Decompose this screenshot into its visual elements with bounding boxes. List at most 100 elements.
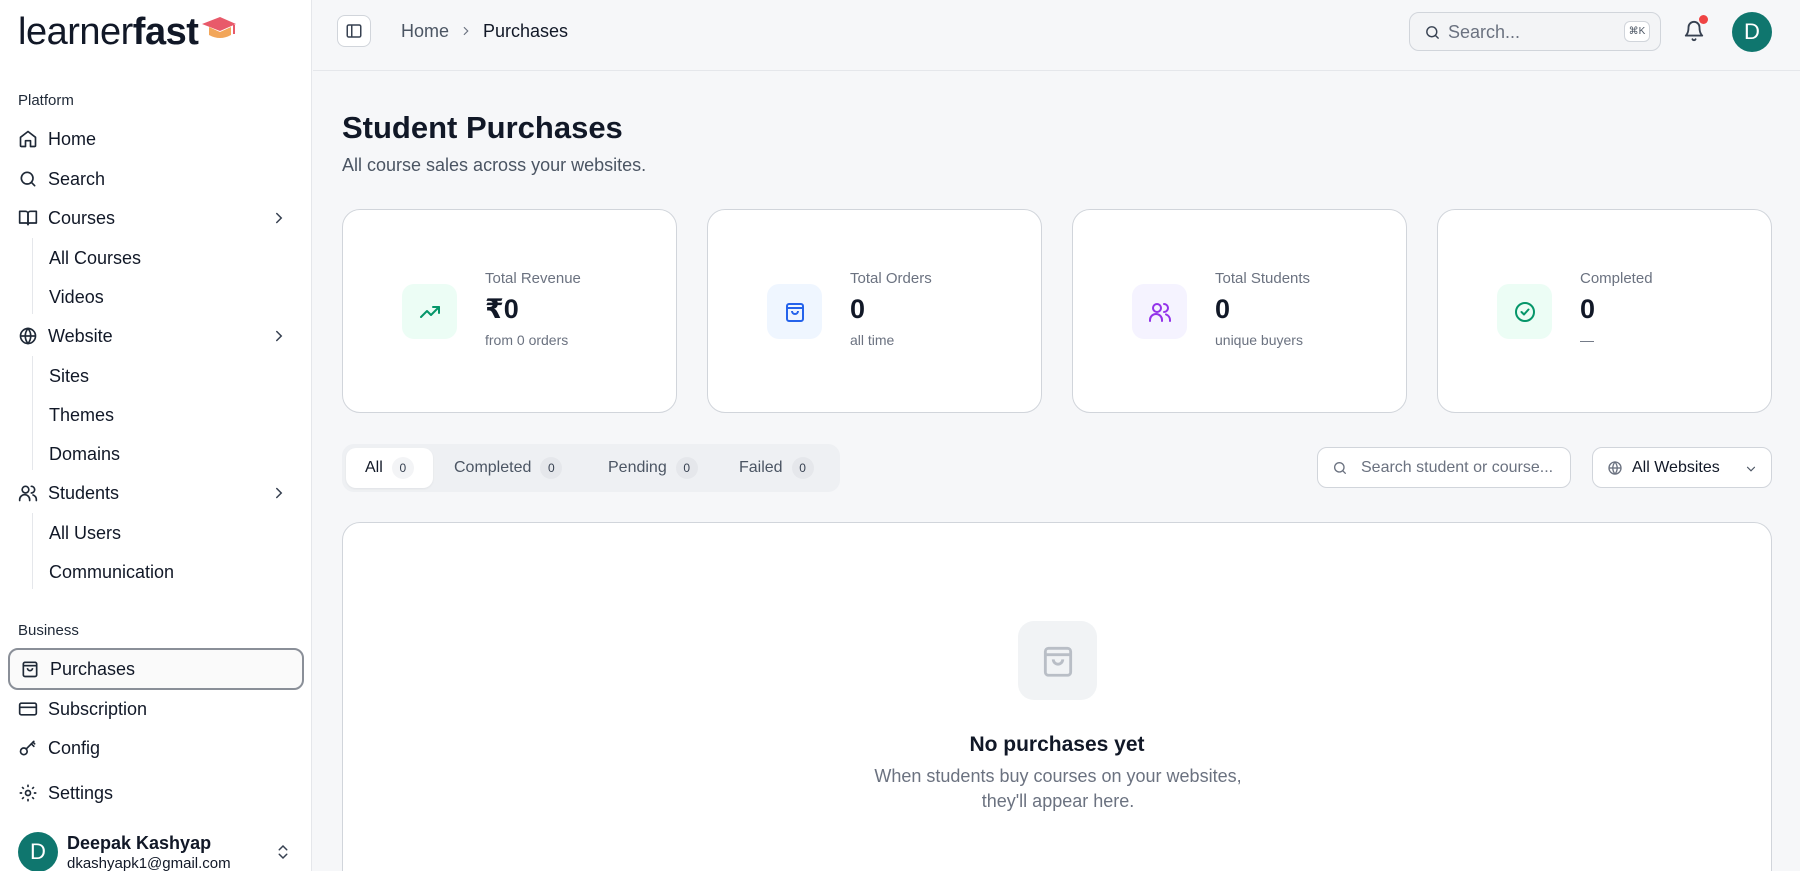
chevrons-up-down-icon[interactable] <box>274 842 292 862</box>
sidebar-item-label: Home <box>48 128 97 149</box>
top-bar: Home Purchases ⌘K D <box>313 0 1800 71</box>
page-title: Student Purchases <box>342 110 623 145</box>
home-icon <box>19 130 37 148</box>
empty-state-description: When students buy courses on your websit… <box>858 764 1258 814</box>
sidebar-subitem-communication[interactable]: Communication <box>40 555 183 589</box>
sidebar-item-home[interactable]: Home <box>8 121 304 157</box>
empty-state-icon-box <box>1018 621 1097 700</box>
stat-icon-box <box>767 284 822 339</box>
stat-value: 0 <box>1215 294 1231 324</box>
key-icon <box>19 740 36 756</box>
brand-logo[interactable]: learner fast <box>18 10 238 54</box>
tab-count-badge: 0 <box>391 457 414 479</box>
shopping-bag-icon <box>1043 646 1072 677</box>
sidebar-subitem-videos[interactable]: Videos <box>40 280 113 314</box>
submenu-line <box>32 513 33 589</box>
user-email: dkashyapk1@gmail.com <box>67 855 231 871</box>
users-icon <box>1148 302 1171 322</box>
global-search[interactable]: ⌘K <box>1409 12 1661 51</box>
sidebar-item-label: Config <box>48 737 101 758</box>
stat-value: 0 <box>850 294 866 324</box>
stat-card-completed: Completed 0 — <box>1437 209 1772 413</box>
tab-completed[interactable]: Completed 0 <box>435 448 581 488</box>
chevron-right-icon <box>276 212 283 224</box>
search-icon <box>1334 462 1346 474</box>
breadcrumb-home[interactable]: Home <box>401 21 449 42</box>
chevron-right-icon <box>276 487 283 499</box>
tab-label: All <box>365 459 383 476</box>
group-label-business: Business <box>18 622 79 639</box>
sidebar-subitem-all-users[interactable]: All Users <box>40 516 130 550</box>
tab-pending[interactable]: Pending 0 <box>589 448 717 488</box>
sidebar-toggle-button[interactable] <box>337 15 371 47</box>
panel-left-icon <box>346 24 362 38</box>
tab-all[interactable]: All 0 <box>346 448 433 488</box>
stat-note: from 0 orders <box>485 332 569 348</box>
sidebar-item-purchases[interactable]: Purchases <box>8 648 304 690</box>
empty-state-title: No purchases yet <box>969 733 1145 756</box>
sidebar-subitem-all-courses[interactable]: All Courses <box>40 241 150 275</box>
website-select[interactable]: All Websites <box>1592 447 1772 488</box>
sidebar-subitem-sites[interactable]: Sites <box>40 359 98 393</box>
sidebar-item-subscription[interactable]: Subscription <box>8 691 304 727</box>
stat-value: ₹0 <box>485 294 519 324</box>
stat-icon-box <box>1132 284 1187 339</box>
sidebar-item-label: Search <box>48 168 106 189</box>
tab-label: Failed <box>739 459 783 476</box>
sidebar-item-search[interactable]: Search <box>8 161 304 197</box>
check-circle-icon <box>1514 301 1535 322</box>
stat-card-revenue: Total Revenue ₹0 from 0 orders <box>342 209 677 413</box>
global-search-input[interactable] <box>1448 20 1608 44</box>
tab-failed[interactable]: Failed 0 <box>720 448 833 488</box>
website-select-value: All Websites <box>1632 459 1720 476</box>
search-icon <box>20 171 36 187</box>
book-open-icon <box>18 210 38 226</box>
purchases-panel: No purchases yet When students buy cours… <box>342 522 1772 871</box>
stat-icon-box <box>402 284 457 339</box>
empty-state-line: they'll appear here. <box>981 791 1135 811</box>
tab-label: Pending <box>608 459 667 476</box>
empty-state-line: When students buy courses on your websit… <box>874 766 1242 786</box>
submenu-line <box>32 238 33 314</box>
avatar[interactable]: D <box>1732 12 1772 52</box>
gear-icon <box>19 784 37 802</box>
breadcrumb-current: Purchases <box>483 21 569 41</box>
stat-icon-box <box>1497 284 1552 339</box>
stat-card-students: Total Students 0 unique buyers <box>1072 209 1407 413</box>
brand-name-bold: fast <box>132 10 199 53</box>
page-subtitle: All course sales across your websites. <box>342 155 647 175</box>
purchase-search-input[interactable] <box>1361 457 1561 479</box>
stat-label: Total Orders <box>850 270 932 287</box>
chevron-down-icon <box>1746 466 1756 472</box>
chevron-right-icon <box>463 26 469 36</box>
purchase-search[interactable] <box>1317 447 1571 488</box>
stat-note: — <box>1580 332 1594 348</box>
shopping-bag-icon <box>785 302 804 322</box>
status-tabs: All 0 Completed 0 Pending 0 Failed 0 <box>342 444 840 492</box>
sidebar-item-settings[interactable]: Settings <box>8 775 304 811</box>
sidebar-item-label: Purchases <box>50 658 136 679</box>
sidebar: learner fast Platform Home Search Courses… <box>0 0 312 871</box>
trending-up-icon <box>419 305 440 318</box>
graduation-cap-icon <box>202 17 237 38</box>
search-icon <box>1426 26 1439 39</box>
sidebar-item-label: Courses <box>48 207 116 228</box>
globe-icon <box>1608 460 1622 476</box>
submenu-line <box>32 356 33 470</box>
users-icon <box>18 485 38 502</box>
globe-icon <box>19 327 37 345</box>
sidebar-item-website[interactable]: Website <box>8 318 304 354</box>
sidebar-item-config[interactable]: Config <box>8 730 304 766</box>
sidebar-item-label: Website <box>48 325 113 346</box>
sidebar-subitem-themes[interactable]: Themes <box>40 398 123 432</box>
sidebar-subitem-domains[interactable]: Domains <box>40 437 129 471</box>
user-name: Deepak Kashyap <box>67 833 212 853</box>
user-menu[interactable]: D Deepak Kashyap dkashyapk1@gmail.com <box>18 832 303 871</box>
tab-count-badge: 0 <box>675 457 698 479</box>
sidebar-item-courses[interactable]: Courses <box>8 200 304 236</box>
group-label-platform: Platform <box>18 92 74 109</box>
notification-dot <box>1699 15 1708 24</box>
stat-note: unique buyers <box>1215 332 1303 348</box>
tab-count-badge: 0 <box>540 457 563 479</box>
sidebar-item-students[interactable]: Students <box>8 475 304 511</box>
